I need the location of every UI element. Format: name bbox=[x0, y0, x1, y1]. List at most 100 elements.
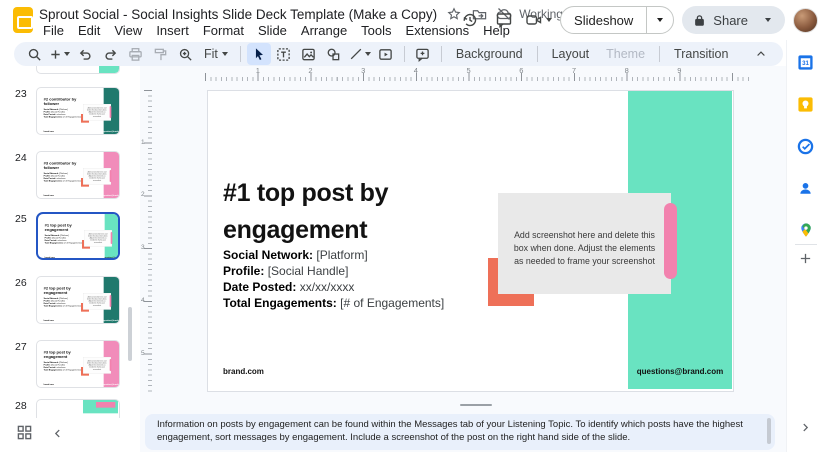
join-call-button[interactable] bbox=[525, 11, 552, 29]
text-box-button[interactable] bbox=[272, 43, 296, 65]
thumb-placeholder-box: Add screenshot here and delete this box … bbox=[83, 293, 110, 309]
notes-scrollbar[interactable] bbox=[767, 418, 771, 444]
menu-edit[interactable]: Edit bbox=[71, 21, 107, 40]
menu-arrange[interactable]: Arrange bbox=[294, 21, 354, 40]
menu-view[interactable]: View bbox=[107, 21, 149, 40]
slide-thumbnail-25-selected[interactable]: Add screenshot here and delete this box … bbox=[36, 212, 120, 260]
notes-resize-handle[interactable] bbox=[460, 404, 492, 406]
screenshot-placeholder-box[interactable]: Add screenshot here and delete this box … bbox=[498, 193, 671, 294]
speaker-notes[interactable]: Information on posts by engagement can b… bbox=[145, 414, 775, 450]
thumb-body-text: Social Network: [Platform] Profile: [Soc… bbox=[44, 298, 81, 308]
chevron-down-icon bbox=[222, 52, 228, 56]
menu-slide[interactable]: Slide bbox=[251, 21, 294, 40]
hide-side-panel-button[interactable] bbox=[797, 418, 815, 436]
divider bbox=[659, 46, 660, 62]
add-addon-button[interactable] bbox=[797, 249, 815, 267]
zoom-value: Fit bbox=[204, 47, 218, 61]
share-options-button[interactable] bbox=[755, 6, 781, 34]
menu-format[interactable]: Format bbox=[196, 21, 251, 40]
transition-button[interactable]: Transition bbox=[666, 47, 736, 61]
comments-icon[interactable] bbox=[491, 7, 517, 33]
tasks-icon[interactable] bbox=[797, 137, 815, 155]
print-icon bbox=[128, 47, 143, 62]
version-history-icon[interactable] bbox=[457, 7, 483, 33]
divider bbox=[537, 46, 538, 62]
thumb-pink-pill bbox=[110, 170, 112, 182]
grid-view-button[interactable] bbox=[17, 425, 32, 445]
slide-body-text[interactable]: Social Network: [Platform] Profile: [Soc… bbox=[223, 247, 444, 311]
calendar-icon[interactable]: 31 bbox=[797, 53, 815, 71]
chevron-down-icon bbox=[64, 52, 70, 56]
zoom-select[interactable]: Fit bbox=[198, 47, 234, 61]
search-menus-button[interactable] bbox=[22, 43, 46, 65]
slides-logo-icon[interactable] bbox=[13, 7, 33, 33]
background-button[interactable]: Background bbox=[448, 47, 531, 61]
divider bbox=[404, 46, 405, 62]
zoom-button[interactable] bbox=[173, 43, 197, 65]
filmstrip-row-24: 24 Add screenshot here and delete this b… bbox=[0, 151, 140, 201]
filmstrip-scrollbar[interactable] bbox=[128, 307, 132, 361]
slide-pink-pill[interactable] bbox=[664, 203, 677, 279]
slide-footer-url[interactable]: brand.com bbox=[223, 367, 264, 376]
thumb-pink-pill bbox=[110, 295, 112, 307]
google-slides-app: Sprout Social - Social Insights Slide De… bbox=[0, 0, 824, 452]
slide-thumbnail-24[interactable]: Add screenshot here and delete this box … bbox=[36, 151, 120, 199]
account-avatar[interactable] bbox=[793, 8, 818, 33]
document-title[interactable]: Sprout Social - Social Insights Slide De… bbox=[39, 7, 437, 22]
svg-text:31: 31 bbox=[802, 60, 809, 67]
insert-line-icon bbox=[349, 47, 363, 61]
divider bbox=[441, 46, 442, 62]
redo-icon bbox=[103, 47, 118, 62]
keep-icon[interactable] bbox=[797, 95, 815, 113]
thumb-footer-email: questions@brand.com bbox=[104, 320, 120, 322]
select-tool-button[interactable] bbox=[247, 43, 271, 65]
share-button[interactable]: Share bbox=[682, 6, 785, 34]
hide-menus-button[interactable] bbox=[749, 48, 773, 60]
collapse-filmstrip-button[interactable] bbox=[52, 426, 63, 444]
grid-view-icon bbox=[17, 425, 32, 440]
insert-line-button[interactable] bbox=[347, 43, 373, 65]
slide-thumbnail-23[interactable]: Add screenshot here and delete this box … bbox=[36, 87, 120, 135]
thumb-body-text: Social Network: [Platform] Profile: [Soc… bbox=[44, 362, 81, 372]
vertical-ruler: 1 2 3 4 5 bbox=[141, 90, 152, 392]
redo-button[interactable] bbox=[98, 43, 122, 65]
menu-file[interactable]: File bbox=[36, 21, 71, 40]
thumb-footer-email: questions@brand.com bbox=[105, 257, 120, 259]
thumb-footer: brand.com bbox=[44, 195, 54, 197]
thumb-title: #2 top post by engagement bbox=[44, 286, 85, 295]
theme-button: Theme bbox=[598, 47, 653, 61]
thumb-pink-pill bbox=[111, 232, 113, 244]
layout-button[interactable]: Layout bbox=[544, 47, 598, 61]
thumb-title: #2 contributor by follower bbox=[44, 97, 85, 106]
thumb-body-text: Social Network: [Platform] Profile: [Soc… bbox=[45, 235, 82, 245]
thumb-footer: brand.com bbox=[44, 131, 54, 133]
maps-icon[interactable] bbox=[797, 221, 815, 239]
add-comment-button[interactable] bbox=[411, 43, 435, 65]
menu-tools[interactable]: Tools bbox=[354, 21, 398, 40]
slide-thumbnail-22-partial[interactable] bbox=[36, 66, 120, 74]
divider bbox=[795, 244, 817, 245]
slide-footer-email[interactable]: questions@brand.com bbox=[630, 367, 730, 376]
chevron-down-icon bbox=[365, 52, 371, 56]
menu-insert[interactable]: Insert bbox=[149, 21, 196, 40]
titlebar: Sprout Social - Social Insights Slide De… bbox=[0, 0, 824, 40]
slide-heading[interactable]: #1 top post by engagement bbox=[223, 175, 388, 249]
slide-thumbnail-27[interactable]: Add screenshot here and delete this box … bbox=[36, 340, 120, 388]
thumb-footer: brand.com bbox=[45, 257, 55, 259]
lock-icon bbox=[693, 14, 706, 27]
slideshow-button[interactable]: Slideshow bbox=[561, 13, 646, 28]
undo-button[interactable] bbox=[73, 43, 97, 65]
insert-video-button[interactable] bbox=[374, 43, 398, 65]
contacts-icon[interactable] bbox=[797, 179, 815, 197]
slide-thumbnail-26[interactable]: Add screenshot here and delete this box … bbox=[36, 276, 120, 324]
slideshow-options-button[interactable] bbox=[647, 7, 673, 33]
thumb-title: #1 top post by engagement bbox=[45, 223, 86, 232]
thumb-title: #3 contributor by follower bbox=[44, 161, 85, 170]
insert-image-icon bbox=[301, 47, 316, 62]
slide-number: 26 bbox=[15, 277, 27, 289]
insert-image-button[interactable] bbox=[297, 43, 321, 65]
zoom-add-button[interactable] bbox=[47, 43, 72, 65]
insert-shape-button[interactable] bbox=[322, 43, 346, 65]
slide-editor-page[interactable]: Add screenshot here and delete this box … bbox=[207, 90, 734, 392]
thumb-placeholder-box: Add screenshot here and delete this box … bbox=[83, 104, 110, 120]
